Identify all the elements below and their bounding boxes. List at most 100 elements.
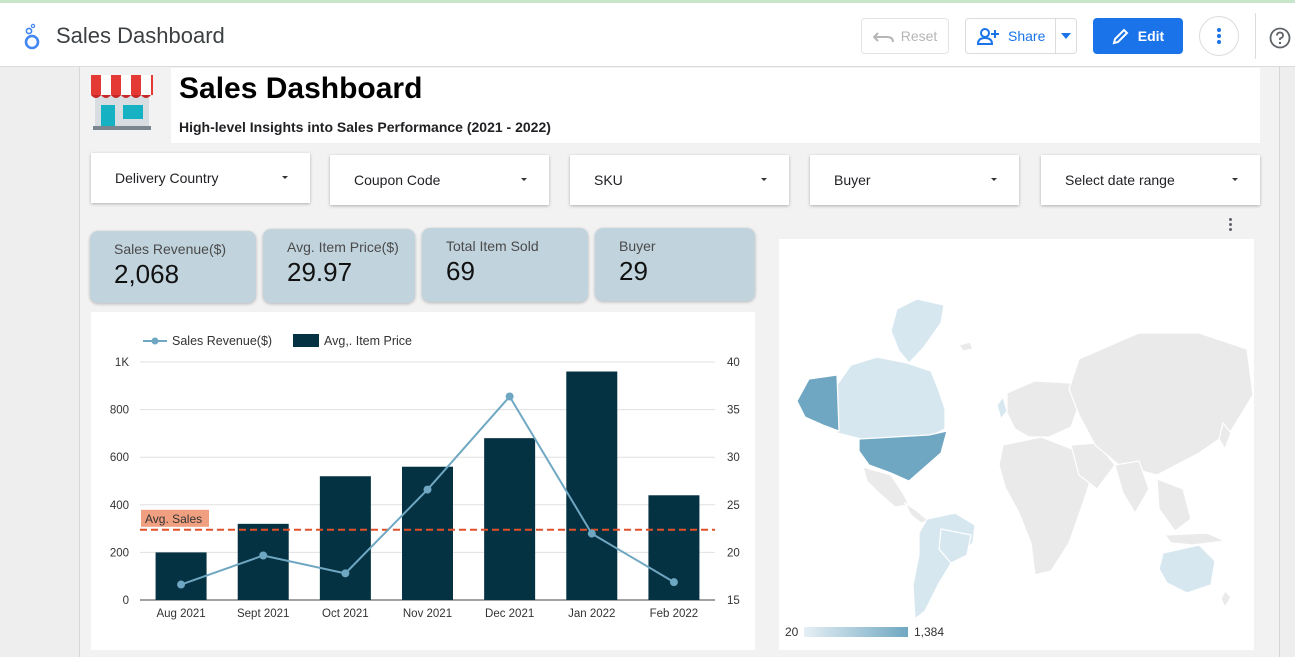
x-tick-label: Aug 2021	[156, 608, 205, 620]
kpi-label: Buyer	[619, 238, 656, 254]
line-point[interactable]	[587, 529, 596, 538]
share-main[interactable]: Share	[966, 19, 1057, 53]
avg-sales-label: Avg. Sales	[145, 512, 202, 526]
map-region-europe	[1006, 380, 1080, 438]
kpi-buyer: Buyer 29	[595, 228, 755, 301]
kpi-value: 29	[619, 256, 648, 286]
combo-chart: Avg. Sales 0 200 400 600 800 1K 15 20 25 30 35 40 Au…	[110, 334, 740, 620]
geo-map-card: 20 1,384	[779, 239, 1254, 650]
line-point[interactable]	[259, 551, 268, 560]
y-right-tick-label: 35	[727, 405, 740, 417]
y-left-tick-label: 400	[110, 500, 129, 512]
map-region-alaska	[796, 374, 840, 432]
y-right-tick-label: 20	[727, 547, 740, 559]
filter-label: SKU	[594, 172, 623, 188]
legend-line-marker	[151, 337, 159, 345]
person-add-icon	[976, 28, 999, 45]
map-legend-max: 1,384	[914, 625, 944, 639]
line-point[interactable]	[341, 569, 350, 578]
map-region-australia	[1158, 544, 1216, 594]
kpi-avg-item-price: Avg. Item Price($) 29.97	[263, 229, 415, 303]
kpi-label: Avg. Item Price($)	[287, 239, 399, 255]
toolbar-divider	[1255, 13, 1256, 59]
share-button[interactable]: Share	[965, 18, 1077, 54]
map-region-southeast-asia	[1156, 478, 1192, 532]
map-countries	[796, 298, 1254, 621]
map-region-iceland	[958, 341, 974, 352]
x-tick-label: Oct 2021	[322, 608, 369, 620]
edit-label: Edit	[1137, 28, 1165, 44]
app-title: Sales Dashboard	[56, 23, 225, 48]
filter-label: Delivery Country	[115, 170, 219, 186]
kpi-label: Total Item Sold	[446, 238, 539, 254]
x-tick-label: Sept 2021	[237, 608, 289, 620]
bar[interactable]	[566, 371, 618, 600]
bar[interactable]	[484, 438, 536, 600]
legend-item-sales-revenue: Sales Revenue($)	[172, 334, 272, 348]
caret-down-icon	[521, 178, 527, 181]
help-icon[interactable]	[1269, 27, 1291, 49]
filter-coupon-code[interactable]: Coupon Code	[330, 155, 549, 205]
reset-label: Reset	[900, 28, 938, 44]
map-legend-gradient	[804, 627, 908, 637]
edit-button[interactable]: Edit	[1093, 18, 1183, 54]
caret-down-icon	[761, 178, 767, 181]
y-right-tick-label: 15	[727, 595, 740, 607]
looker-studio-icon[interactable]	[20, 23, 44, 51]
y-left-tick-label: 0	[123, 595, 129, 607]
caret-down-icon	[1232, 178, 1238, 181]
x-tick-label: Nov 2021	[403, 608, 452, 620]
caret-down-icon	[991, 178, 997, 181]
line-point[interactable]	[505, 392, 514, 401]
legend-item-avg-item-price: Avg,. Item Price	[324, 334, 412, 348]
y-left-tick-label: 200	[110, 547, 129, 559]
y-left-tick-label: 800	[110, 405, 129, 417]
kpi-value: 29.97	[287, 257, 353, 287]
app-bar: Sales Dashboard Reset Share Edit	[0, 3, 1295, 67]
y-right-tick-label: 25	[727, 500, 740, 512]
map-region-canada	[836, 356, 946, 440]
map-more-options-icon[interactable]	[1222, 214, 1238, 234]
line-point[interactable]	[669, 578, 678, 587]
reset-button[interactable]: Reset	[861, 18, 949, 54]
dashboard-title: Sales Dashboard	[179, 72, 423, 105]
kpi-value: 69	[446, 256, 475, 286]
y-right-tick-label: 40	[727, 357, 740, 369]
filter-buyer[interactable]: Buyer	[810, 155, 1019, 205]
filter-label: Select date range	[1065, 172, 1175, 188]
share-label: Share	[1008, 28, 1046, 44]
filter-date-range[interactable]: Select date range	[1041, 155, 1260, 205]
more-options-button[interactable]	[1199, 16, 1239, 56]
bar[interactable]	[319, 476, 371, 600]
x-tick-label: Jan 2022	[568, 608, 615, 620]
map-region-uk	[996, 395, 1008, 421]
map-region-greenland	[890, 298, 945, 364]
map-legend-min: 20	[785, 625, 799, 639]
filter-label: Coupon Code	[354, 172, 441, 188]
storefront-icon	[91, 75, 153, 130]
arrow-drop-down-icon	[1061, 33, 1072, 39]
line-point[interactable]	[423, 485, 432, 494]
dashboard-subtitle: High-level Insights into Sales Performan…	[179, 119, 551, 135]
legend-bar-swatch	[293, 334, 319, 347]
x-tick-label: Dec 2021	[485, 608, 534, 620]
undo-icon	[872, 32, 894, 43]
edit-pencil-icon	[1112, 28, 1129, 45]
filter-label: Buyer	[834, 172, 871, 188]
share-dropdown[interactable]	[1056, 33, 1076, 39]
filter-delivery-country[interactable]: Delivery Country	[91, 153, 310, 203]
kpi-total-item-sold: Total Item Sold 69	[422, 228, 588, 302]
kpi-label: Sales Revenue($)	[114, 241, 227, 257]
map-region-south-america	[912, 512, 976, 621]
bar[interactable]	[155, 552, 207, 600]
caret-down-icon	[282, 176, 288, 179]
line-point[interactable]	[177, 580, 186, 589]
y-left-tick-label: 1K	[115, 357, 129, 369]
y-left-tick-label: 600	[110, 452, 129, 464]
map-region-indonesia	[1163, 532, 1228, 546]
world-map: 20 1,384	[785, 298, 1254, 639]
map-region-central-america	[903, 501, 931, 524]
y-right-tick-label: 30	[727, 452, 740, 464]
combo-chart-card: Avg. Sales 0 200 400 600 800 1K 15 20 25 30 35 40 Au…	[91, 312, 755, 650]
filter-sku[interactable]: SKU	[570, 155, 789, 205]
